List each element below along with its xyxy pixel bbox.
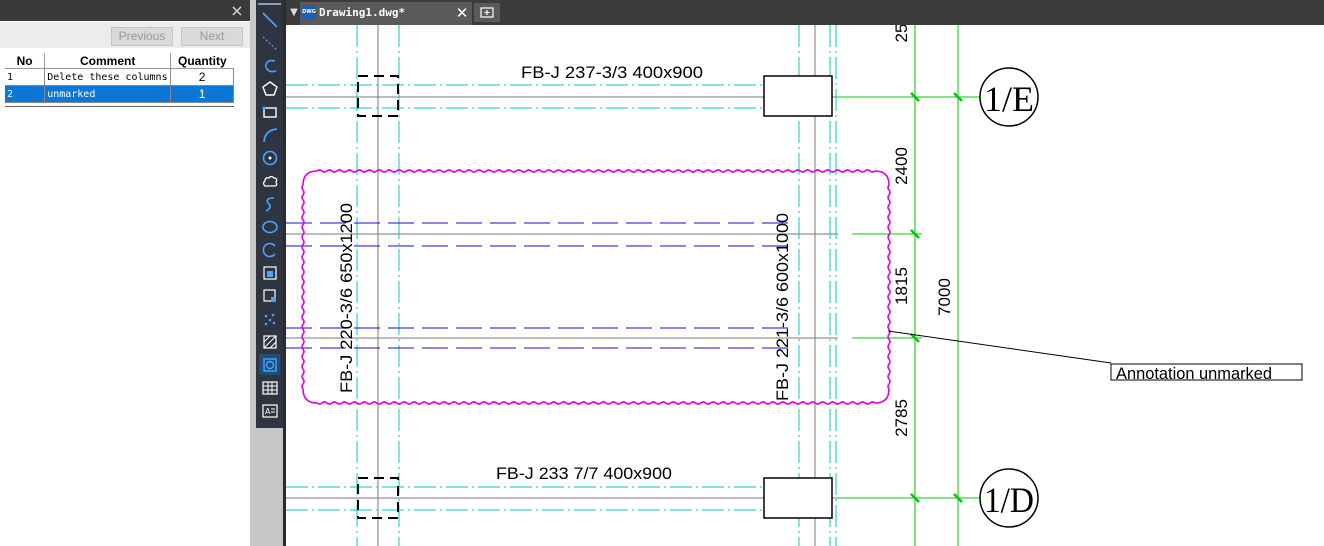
dimension-1815: 1815 bbox=[892, 267, 911, 305]
document-tab-bar: ▼ DWG Drawing1.dwg* ✕ bbox=[286, 0, 1324, 25]
make-block-icon[interactable] bbox=[259, 285, 280, 306]
column-header-comment[interactable]: Comment bbox=[44, 53, 172, 69]
new-tab-button[interactable] bbox=[474, 3, 500, 22]
draw-toolbar: A bbox=[256, 0, 283, 428]
close-panel-button[interactable]: × bbox=[230, 0, 244, 21]
row-quantity: 1 bbox=[170, 85, 234, 103]
dimension-25: 25 bbox=[892, 25, 911, 42]
row-quantity: 2 bbox=[170, 68, 234, 86]
column-header-no[interactable]: No bbox=[5, 53, 46, 69]
column-rect bbox=[763, 75, 833, 117]
annotation-table: No Comment Quantity 1 Delete these colum… bbox=[5, 53, 234, 103]
axis-label-top: 1/E bbox=[984, 79, 1034, 119]
multiline-text-icon[interactable]: A bbox=[259, 400, 280, 421]
next-button[interactable]: Next bbox=[181, 27, 243, 46]
panel-header: × bbox=[0, 0, 250, 21]
axis-label-bottom: 1/D bbox=[984, 480, 1034, 520]
spline-icon[interactable] bbox=[259, 193, 280, 214]
beam-label-left: FB-J 220-3/6 650x1200 bbox=[337, 203, 356, 393]
rectangle-icon[interactable] bbox=[259, 101, 280, 122]
beam-label-top: FB-J 237-3/3 400x900 bbox=[521, 63, 703, 82]
construction-line-icon[interactable] bbox=[259, 32, 280, 53]
drawing-canvas[interactable]: 1/E 1/D FB-J 237-3/3 400x900 FB-J 233 7/… bbox=[286, 25, 1324, 546]
insert-block-icon[interactable] bbox=[259, 262, 280, 283]
column-header-quantity[interactable]: Quantity bbox=[170, 53, 234, 69]
table-row-selected[interactable]: 2 unmarked 1 bbox=[5, 85, 234, 103]
row-no: 2 bbox=[5, 85, 46, 103]
column-rect bbox=[763, 477, 833, 519]
hatch-icon[interactable] bbox=[259, 331, 280, 352]
line-tool-icon[interactable] bbox=[259, 9, 280, 30]
circle-icon[interactable] bbox=[259, 147, 280, 168]
point-icon[interactable] bbox=[259, 308, 280, 329]
new-tab-icon bbox=[480, 7, 494, 18]
svg-text:A: A bbox=[265, 407, 271, 416]
beam-label-right: FB-J 221-3/6 600x1000 bbox=[773, 213, 792, 401]
tab-title: Drawing1.dwg* bbox=[319, 6, 406, 19]
tab-drawing1[interactable]: DWG Drawing1.dwg* ✕ bbox=[300, 2, 472, 25]
beam-label-bottom: FB-J 233 7/7 400x900 bbox=[496, 464, 672, 483]
annotation-text[interactable]: Annotation unmarked bbox=[1116, 364, 1272, 383]
close-tab-icon[interactable]: ✕ bbox=[454, 3, 470, 23]
navigation-bar: Previous Next bbox=[0, 22, 250, 48]
arc-icon[interactable] bbox=[259, 124, 280, 145]
row-comment: unmarked bbox=[44, 85, 172, 103]
ellipse-icon[interactable] bbox=[259, 216, 280, 237]
tab-list-dropdown-icon[interactable]: ▼ bbox=[289, 4, 299, 21]
dimension-7000: 7000 bbox=[935, 278, 954, 316]
table-icon[interactable] bbox=[259, 377, 280, 398]
revision-cloud-icon[interactable] bbox=[259, 170, 280, 191]
toolbar-empty-area bbox=[256, 428, 283, 546]
annotation-panel: × Previous Next No Comment Quantity 1 De… bbox=[0, 0, 251, 546]
table-row[interactable]: 1 Delete these columns 2 bbox=[5, 68, 234, 86]
table-bottom-rule bbox=[5, 106, 234, 107]
ellipse-arc-icon[interactable] bbox=[259, 239, 280, 260]
toolbar-grip[interactable] bbox=[258, 3, 281, 5]
dimension-2400: 2400 bbox=[892, 147, 911, 185]
dwg-file-icon: DWG bbox=[302, 5, 316, 20]
polygon-icon[interactable] bbox=[259, 78, 280, 99]
row-comment: Delete these columns bbox=[44, 68, 172, 86]
row-no: 1 bbox=[5, 68, 46, 86]
region-icon[interactable] bbox=[259, 354, 280, 375]
previous-button[interactable]: Previous bbox=[111, 27, 173, 46]
table-header-row: No Comment Quantity bbox=[5, 53, 234, 69]
dimension-2785: 2785 bbox=[892, 399, 911, 437]
polyline-icon[interactable] bbox=[259, 55, 280, 76]
